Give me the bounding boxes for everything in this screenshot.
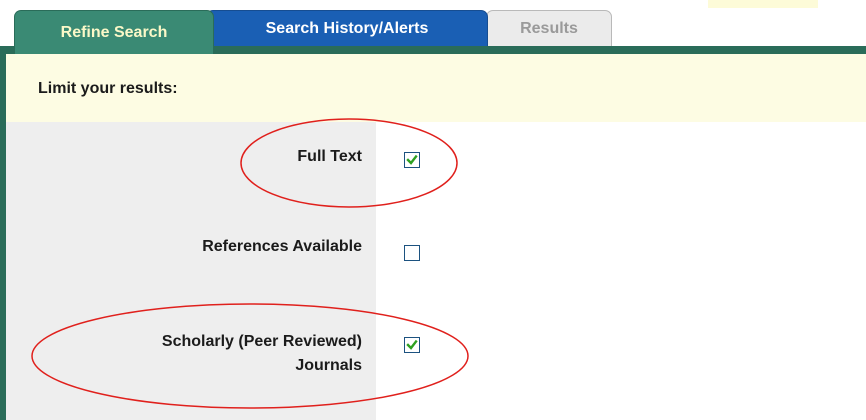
tab-search-history-alerts-label: Search History/Alerts (265, 19, 429, 37)
references-available-label: References Available (202, 238, 362, 255)
top-highlight-strip (708, 0, 818, 8)
tab-refine-search-label: Refine Search (60, 23, 168, 41)
tab-search-history-alerts[interactable]: Search History/Alerts (206, 10, 488, 46)
check-icon (406, 339, 418, 350)
option-controls-column (376, 122, 866, 420)
full-text-checkbox[interactable] (404, 152, 420, 168)
scholarly-journals-label: Scholarly (Peer Reviewed) Journals (52, 330, 362, 378)
limit-results-heading: Limit your results: (38, 80, 178, 97)
full-text-label: Full Text (297, 148, 362, 165)
scholarly-journals-checkbox[interactable] (404, 337, 420, 353)
scholarly-journals-label-line2: Journals (295, 357, 362, 374)
references-available-checkbox[interactable] (404, 245, 420, 261)
check-icon (406, 154, 418, 165)
scholarly-journals-label-line1: Scholarly (Peer Reviewed) (161, 333, 362, 350)
tab-results[interactable]: Results (486, 10, 612, 46)
tab-refine-search[interactable]: Refine Search (14, 10, 214, 54)
tab-results-label: Results (520, 19, 578, 37)
